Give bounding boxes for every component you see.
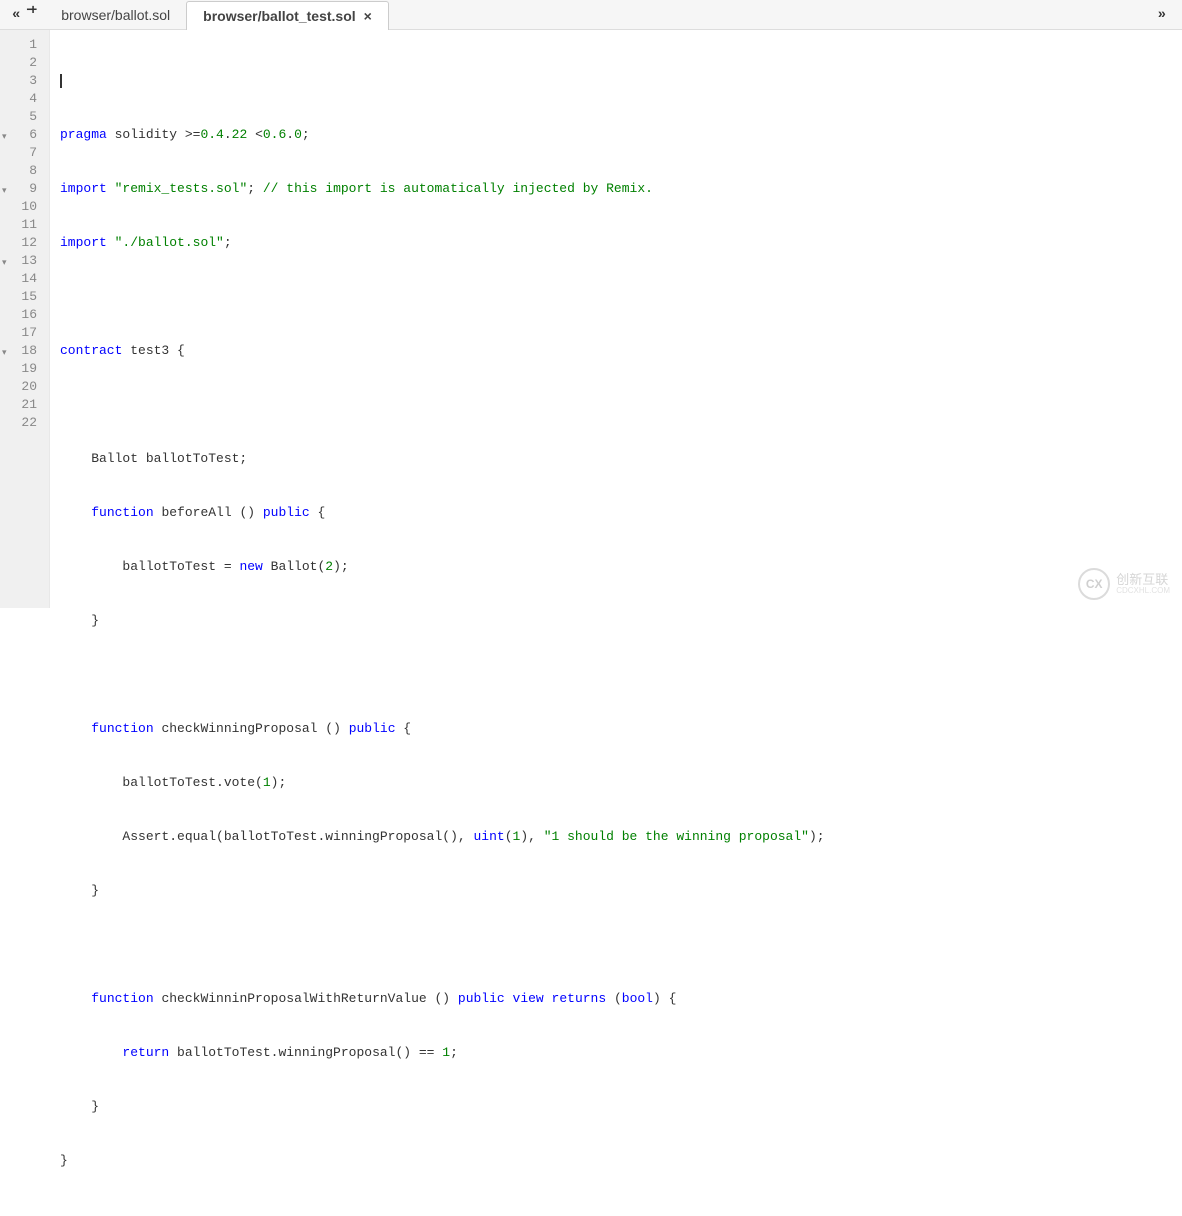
code-line: ballotToTest.vote(1); — [60, 774, 1182, 792]
line-number: 20 — [4, 378, 37, 396]
close-tab-icon[interactable]: × — [364, 8, 372, 24]
line-number: 17 — [4, 324, 37, 342]
watermark-text: 创新互联 CDCXHL.COM — [1116, 574, 1170, 595]
code-line: } — [60, 1152, 1182, 1170]
tab-label: browser/ballot_test.sol — [203, 8, 355, 24]
code-editor[interactable]: 1 2 3 4 5 ▾6 7 8 ▾9 10 11 12 ▾13 14 15 1… — [0, 30, 1182, 608]
line-number-gutter: 1 2 3 4 5 ▾6 7 8 ▾9 10 11 12 ▾13 14 15 1… — [0, 30, 50, 608]
code-line — [60, 1206, 1182, 1216]
code-line: pragma solidity >=0.4.22 <0.6.0; — [60, 126, 1182, 144]
code-line: import "./ballot.sol"; — [60, 234, 1182, 252]
code-line: function checkWinningProposal () public … — [60, 720, 1182, 738]
line-number: 4 — [4, 90, 37, 108]
code-line: } — [60, 1098, 1182, 1116]
code-line — [60, 72, 1182, 90]
tab-ballot-test[interactable]: browser/ballot_test.sol × — [186, 1, 389, 30]
line-number: 8 — [4, 162, 37, 180]
line-number: 5 — [4, 108, 37, 126]
code-line: function checkWinninProposalWithReturnVa… — [60, 990, 1182, 1008]
line-number: 21 — [4, 396, 37, 414]
code-line: } — [60, 882, 1182, 900]
code-line — [60, 396, 1182, 414]
line-number: 1 — [4, 36, 37, 54]
line-number: 15 — [4, 288, 37, 306]
tab-label: browser/ballot.sol — [61, 7, 170, 23]
text-cursor — [60, 74, 62, 88]
watermark-icon: CX — [1078, 568, 1110, 600]
line-number: 2 — [4, 54, 37, 72]
tab-bar: « − + browser/ballot.sol browser/ballot_… — [0, 0, 1182, 30]
code-line: ballotToTest = new Ballot(2); — [60, 558, 1182, 576]
code-line: function beforeAll () public { — [60, 504, 1182, 522]
zoom-in-icon[interactable]: + — [29, 3, 37, 19]
code-line: Ballot ballotToTest; — [60, 450, 1182, 468]
watermark-logo: CX 创新互联 CDCXHL.COM — [1078, 568, 1170, 600]
code-line: contract test3 { — [60, 342, 1182, 360]
code-area[interactable]: pragma solidity >=0.4.22 <0.6.0; import … — [50, 30, 1182, 608]
code-line: Assert.equal(ballotToTest.winningProposa… — [60, 828, 1182, 846]
line-number: ▾13 — [4, 252, 37, 270]
line-number: ▾6 — [4, 126, 37, 144]
tab-bar-right-controls: » — [1158, 7, 1178, 23]
line-number: 19 — [4, 360, 37, 378]
code-line: import "remix_tests.sol"; // this import… — [60, 180, 1182, 198]
tabs-container: browser/ballot.sol browser/ballot_test.s… — [45, 0, 389, 29]
code-line — [60, 288, 1182, 306]
line-number: ▾9 — [4, 180, 37, 198]
line-number: 12 — [4, 234, 37, 252]
code-line — [60, 666, 1182, 684]
line-number: 22 — [4, 414, 37, 432]
code-line — [60, 936, 1182, 954]
scroll-tabs-left-icon[interactable]: « — [12, 7, 20, 23]
line-number: 3 — [4, 72, 37, 90]
code-line: return ballotToTest.winningProposal() ==… — [60, 1044, 1182, 1062]
scroll-tabs-right-icon[interactable]: » — [1158, 7, 1166, 23]
code-line: } — [60, 612, 1182, 630]
line-number: ▾18 — [4, 342, 37, 360]
tab-ballot[interactable]: browser/ballot.sol — [45, 1, 186, 29]
line-number: 7 — [4, 144, 37, 162]
line-number: 10 — [4, 198, 37, 216]
line-number: 16 — [4, 306, 37, 324]
line-number: 14 — [4, 270, 37, 288]
tab-bar-left-controls: « − + — [4, 7, 45, 23]
line-number: 11 — [4, 216, 37, 234]
